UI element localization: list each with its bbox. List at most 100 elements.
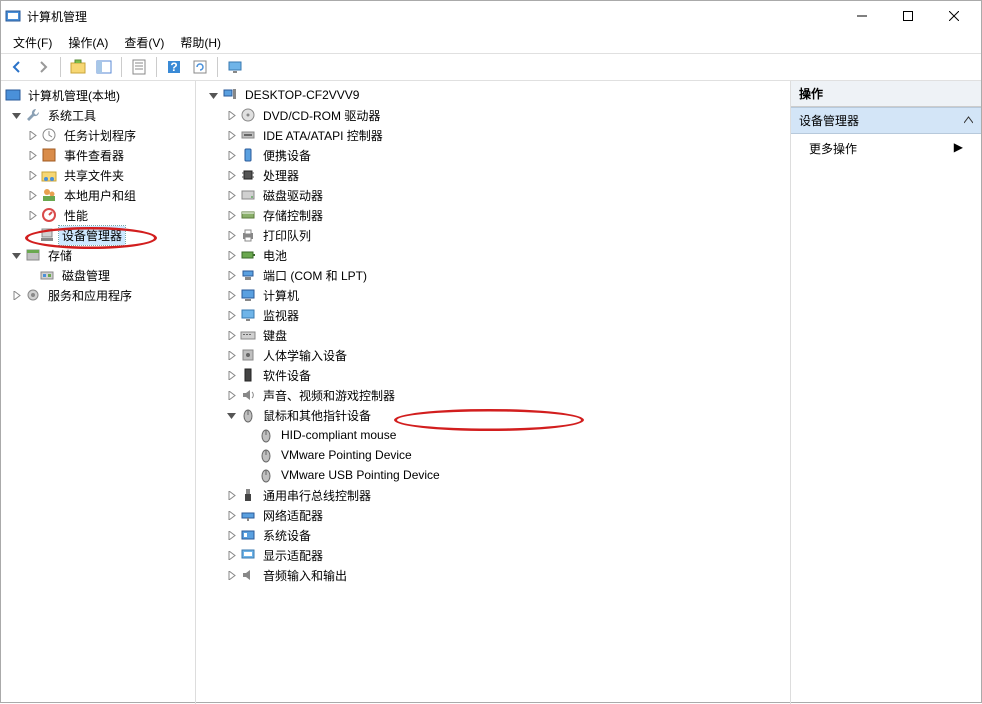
- show-hide-tree-button[interactable]: [92, 55, 116, 79]
- event-viewer-item[interactable]: 事件查看器: [61, 146, 127, 165]
- expand-icon[interactable]: [224, 168, 238, 182]
- system-tools-item[interactable]: 系统工具: [45, 106, 99, 125]
- expand-icon[interactable]: [224, 328, 238, 342]
- computer-management-icon: [5, 87, 21, 103]
- device-category-item[interactable]: 人体学输入设备: [260, 346, 350, 365]
- services-icon: [25, 287, 41, 303]
- device-category-item[interactable]: 电池: [260, 246, 290, 265]
- device-category-item[interactable]: 通用串行总线控制器: [260, 486, 374, 505]
- menu-help[interactable]: 帮助(H): [174, 32, 227, 53]
- device-category-item[interactable]: IDE ATA/ATAPI 控制器: [260, 126, 386, 145]
- menu-action[interactable]: 操作(A): [62, 32, 114, 53]
- monitor-button[interactable]: [223, 55, 247, 79]
- device-category-item[interactable]: 磁盘驱动器: [260, 186, 326, 205]
- more-actions-item[interactable]: 更多操作 ▶: [791, 134, 981, 163]
- device-category-item[interactable]: 键盘: [260, 326, 290, 345]
- expand-icon[interactable]: [224, 528, 238, 542]
- device-category-icon: [240, 167, 256, 183]
- shared-folders-item[interactable]: 共享文件夹: [61, 166, 127, 185]
- help-button[interactable]: ?: [162, 55, 186, 79]
- expand-icon[interactable]: [224, 348, 238, 362]
- device-item[interactable]: VMware Pointing Device: [278, 447, 415, 463]
- device-category-item[interactable]: 计算机: [260, 286, 302, 305]
- device-category-item[interactable]: 软件设备: [260, 366, 314, 385]
- close-button[interactable]: [931, 1, 977, 31]
- tree-root[interactable]: 计算机管理(本地): [25, 86, 123, 105]
- toolbar-divider: [156, 57, 157, 77]
- expand-icon[interactable]: [224, 288, 238, 302]
- properties-button[interactable]: [127, 55, 151, 79]
- device-category-item[interactable]: 监视器: [260, 306, 302, 325]
- expand-icon[interactable]: [224, 108, 238, 122]
- device-category-item[interactable]: 端口 (COM 和 LPT): [260, 266, 370, 285]
- expand-icon[interactable]: [206, 88, 220, 102]
- expand-icon[interactable]: [224, 208, 238, 222]
- services-apps-item[interactable]: 服务和应用程序: [45, 286, 135, 305]
- menu-file[interactable]: 文件(F): [7, 32, 58, 53]
- device-category-item[interactable]: 打印队列: [260, 226, 314, 245]
- expand-icon[interactable]: [224, 188, 238, 202]
- device-category-item[interactable]: 网络适配器: [260, 506, 326, 525]
- device-category-item[interactable]: 便携设备: [260, 146, 314, 165]
- expand-icon[interactable]: [224, 508, 238, 522]
- device-manager-item[interactable]: 设备管理器: [59, 226, 125, 245]
- maximize-button[interactable]: [885, 1, 931, 31]
- device-category-icon: [240, 487, 256, 503]
- window-title: 计算机管理: [27, 8, 839, 25]
- expand-icon[interactable]: [9, 248, 23, 262]
- expand-icon[interactable]: [224, 368, 238, 382]
- disk-management-item[interactable]: 磁盘管理: [59, 266, 113, 285]
- expand-icon[interactable]: [224, 148, 238, 162]
- device-root[interactable]: DESKTOP-CF2VVV9: [242, 87, 362, 103]
- forward-button[interactable]: [31, 55, 55, 79]
- task-scheduler-item[interactable]: 任务计划程序: [61, 126, 139, 145]
- device-category-icon: [240, 527, 256, 543]
- back-button[interactable]: [5, 55, 29, 79]
- performance-item[interactable]: 性能: [61, 206, 91, 225]
- shared-folder-icon: [41, 167, 57, 183]
- refresh-button[interactable]: [188, 55, 212, 79]
- expand-icon[interactable]: [224, 488, 238, 502]
- chevron-right-icon: ▶: [954, 140, 963, 154]
- actions-section[interactable]: 设备管理器: [791, 107, 981, 134]
- mice-category-item[interactable]: 鼠标和其他指针设备: [260, 406, 374, 425]
- menu-view[interactable]: 查看(V): [118, 32, 170, 53]
- up-button[interactable]: [66, 55, 90, 79]
- expand-icon[interactable]: [25, 128, 39, 142]
- expand-icon[interactable]: [9, 108, 23, 122]
- device-category-icon: [240, 147, 256, 163]
- device-category-item[interactable]: DVD/CD-ROM 驱动器: [260, 106, 383, 125]
- device-category-item[interactable]: 声音、视频和游戏控制器: [260, 386, 398, 405]
- device-category-item[interactable]: 音频输入和输出: [260, 566, 350, 585]
- expand-icon[interactable]: [25, 188, 39, 202]
- app-icon: [5, 8, 21, 24]
- expand-icon[interactable]: [25, 168, 39, 182]
- expand-icon[interactable]: [224, 568, 238, 582]
- device-category-item[interactable]: 显示适配器: [260, 546, 326, 565]
- device-item[interactable]: VMware USB Pointing Device: [278, 467, 443, 483]
- device-manager-icon: [39, 227, 55, 243]
- device-item[interactable]: HID-compliant mouse: [278, 427, 399, 443]
- expand-icon[interactable]: [25, 148, 39, 162]
- local-users-groups-item[interactable]: 本地用户和组: [61, 186, 139, 205]
- expand-icon[interactable]: [9, 288, 23, 302]
- storage-icon: [25, 247, 41, 263]
- expand-icon[interactable]: [224, 308, 238, 322]
- expand-icon[interactable]: [224, 388, 238, 402]
- collapse-icon[interactable]: [964, 116, 973, 125]
- expand-icon[interactable]: [224, 548, 238, 562]
- storage-item[interactable]: 存储: [45, 246, 75, 265]
- device-category-item[interactable]: 系统设备: [260, 526, 314, 545]
- expand-icon[interactable]: [224, 248, 238, 262]
- left-tree-pane[interactable]: 计算机管理(本地) 系统工具 任务计划程序 事件查看器 共享文件夹: [1, 81, 196, 704]
- minimize-button[interactable]: [839, 1, 885, 31]
- expand-icon[interactable]: [224, 128, 238, 142]
- expand-icon[interactable]: [224, 268, 238, 282]
- more-actions-label: 更多操作: [809, 142, 857, 156]
- device-category-item[interactable]: 处理器: [260, 166, 302, 185]
- expand-icon[interactable]: [224, 228, 238, 242]
- device-tree-pane[interactable]: DESKTOP-CF2VVV9 DVD/CD-ROM 驱动器IDE ATA/ATA…: [196, 81, 791, 704]
- device-category-item[interactable]: 存储控制器: [260, 206, 326, 225]
- expand-icon[interactable]: [224, 408, 238, 422]
- expand-icon[interactable]: [25, 208, 39, 222]
